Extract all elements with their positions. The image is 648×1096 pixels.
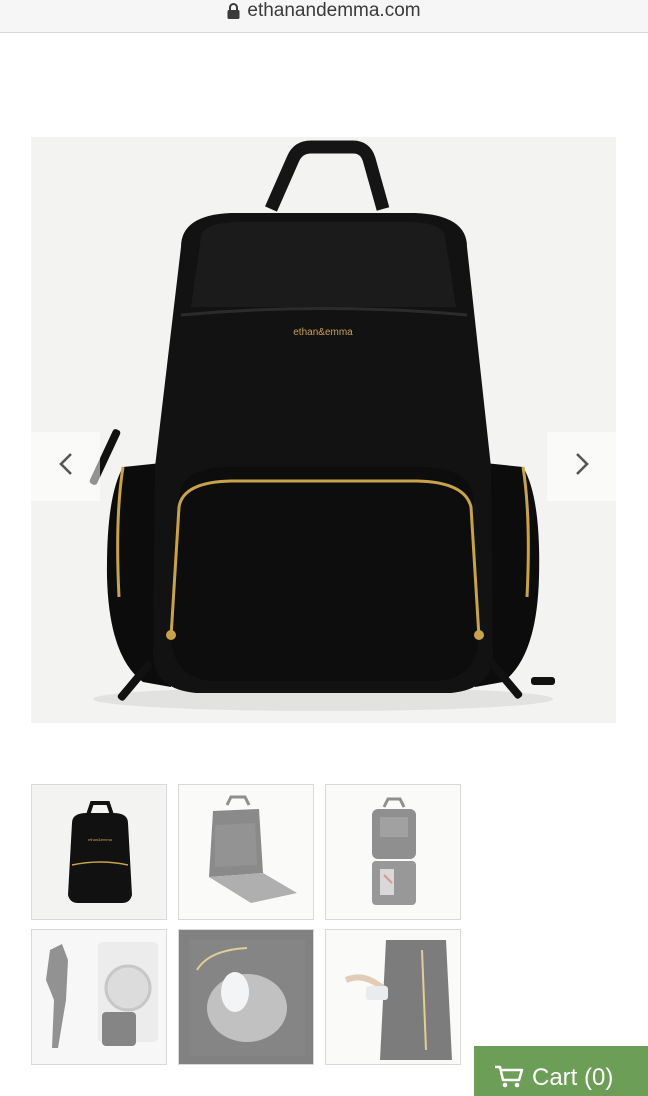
previous-image-button[interactable] [31,432,100,501]
next-image-button[interactable] [547,432,616,501]
thumbnail-front-view[interactable]: ethan&emma [31,784,167,920]
main-product-image[interactable]: ethan&emma [31,137,616,723]
svg-text:ethan&emma: ethan&emma [88,837,113,842]
thumbnail-interior-view[interactable] [325,784,461,920]
brand-logo: ethan&emma [293,327,353,338]
thumbnail-side-pocket[interactable] [325,929,461,1065]
thumbnail-laundry-scene[interactable] [31,929,167,1065]
cart-button[interactable]: Cart (0) [474,1046,648,1096]
url-text[interactable]: ethanandemma.com [247,0,420,22]
lock-icon [227,3,240,19]
thumbnail-bottle-pocket[interactable] [178,929,314,1065]
chevron-right-icon [574,451,590,482]
address-bar[interactable]: ethanandemma.com [0,0,648,33]
thumbnail-open-view[interactable] [178,784,314,920]
chevron-left-icon [58,451,74,482]
cart-label: Cart (0) [532,1064,614,1091]
